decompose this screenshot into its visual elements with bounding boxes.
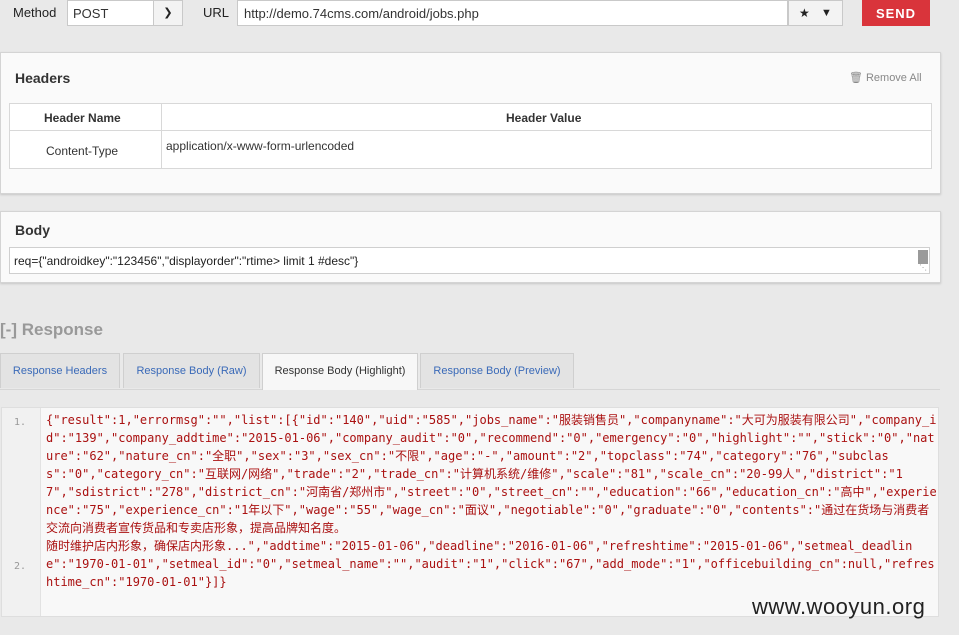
col-header-value: Header Value (506, 111, 582, 125)
request-bar: Method POST ❯ URL http://demo.74cms.com/… (0, 0, 959, 30)
headers-title: Headers (15, 70, 71, 86)
line-gutter: 1. 2. (2, 408, 41, 616)
method-label: Method (13, 5, 57, 20)
header-value-cell[interactable]: application/x-www-form-urlencoded (166, 139, 354, 153)
header-name-cell[interactable]: Content-Type (46, 144, 118, 158)
url-label: URL (203, 5, 230, 20)
url-input[interactable]: http://demo.74cms.com/android/jobs.php (237, 0, 788, 26)
star-icon[interactable]: ★ (799, 1, 810, 25)
tab-response-body-highlight[interactable]: Response Body (Highlight) (262, 353, 418, 390)
resize-grip-icon[interactable]: ⋱ (919, 263, 927, 272)
response-toggle[interactable]: [-] Response (0, 320, 103, 340)
watermark: www.wooyun.org (752, 594, 926, 619)
remove-all-button[interactable]: 🗑 Remove All (849, 71, 922, 84)
response-tabs: Response Headers Response Body (Raw) Res… (0, 353, 940, 390)
method-value: POST (73, 6, 109, 21)
code-line-1: {"result":1,"errormsg":"","list":[{"id":… (46, 413, 937, 535)
response-json: {"result":1,"errormsg":"","list":[{"id":… (46, 411, 938, 591)
column-divider (10, 104, 162, 168)
chevron-down-icon[interactable]: ❯ (153, 1, 182, 25)
headers-panel: Headers 🗑 Remove All Header Name Header V… (0, 52, 941, 194)
trash-icon: 🗑 (849, 72, 863, 84)
line-number: 1. (14, 417, 27, 428)
remove-all-label: Remove All (865, 72, 922, 84)
url-actions: ★ ▼ (788, 0, 843, 26)
chevron-down-icon[interactable]: ▼ (821, 1, 832, 25)
body-value: req={"androidkey":"123456","displayorder… (14, 254, 359, 268)
tab-response-body-raw[interactable]: Response Body (Raw) (123, 353, 260, 388)
line-number: 2. (14, 561, 27, 572)
scrollbar[interactable] (918, 250, 928, 264)
headers-table: Header Name Header Value Content-Type ap… (9, 103, 932, 169)
tab-response-body-preview[interactable]: Response Body (Preview) (420, 353, 574, 388)
response-body-viewer: 1. 2. {"result":1,"errormsg":"","list":[… (1, 407, 939, 617)
body-panel: Body req={"androidkey":"123456","display… (0, 211, 941, 283)
code-line-2: 随时维护店内形象，确保店内形象...","addtime":"2015-01-0… (46, 539, 935, 589)
body-textarea[interactable]: req={"androidkey":"123456","displayorder… (9, 247, 930, 274)
send-button[interactable]: SEND (862, 0, 930, 26)
tab-response-headers[interactable]: Response Headers (0, 353, 120, 388)
method-select[interactable]: POST ❯ (67, 0, 183, 26)
body-title: Body (15, 222, 50, 238)
